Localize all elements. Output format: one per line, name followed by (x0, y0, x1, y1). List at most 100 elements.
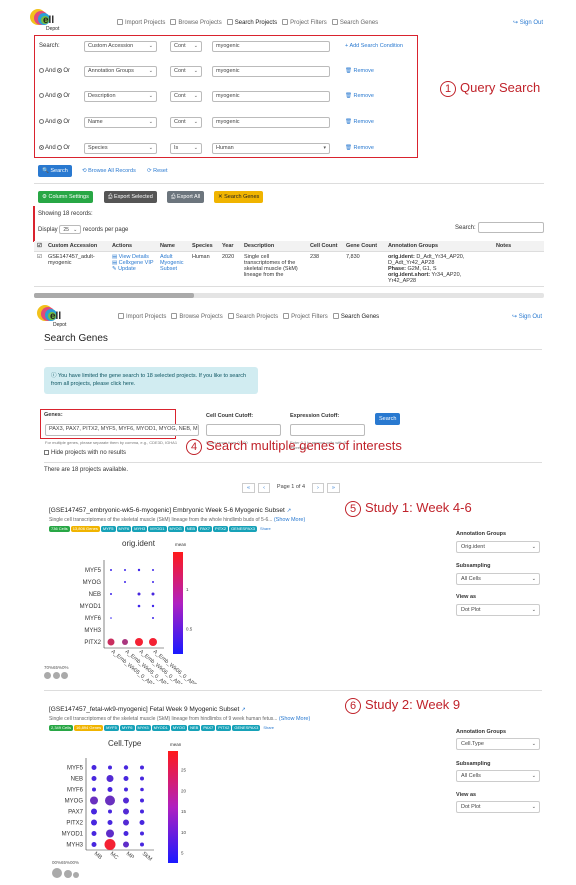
op-select-2[interactable]: Cont ⌄ (170, 65, 202, 77)
nav-project-filters[interactable]: Project Filters (282, 19, 327, 26)
hide-no-results[interactable]: Hide projects with no results (44, 450, 126, 456)
col-actions[interactable]: Actions (108, 241, 157, 252)
results-table: ☑ Custom Accession Actions Name Species … (34, 241, 544, 297)
field-select-3[interactable]: Description ⌄ (84, 90, 157, 102)
next-page-button[interactable]: › (312, 483, 324, 493)
dot-mark (152, 617, 154, 619)
show-more-link[interactable]: (Show More) (274, 517, 305, 523)
nav-import-projects[interactable]: Import Projects (118, 313, 166, 320)
dot-mark (140, 798, 144, 803)
export-all-button[interactable]: ⎙ Export All (167, 191, 205, 203)
or-radio[interactable] (57, 67, 63, 73)
cell-name[interactable]: Adult Myogenic Subset (156, 251, 189, 287)
or-radio[interactable] (57, 118, 63, 124)
op-select-4[interactable]: Cont ⌄ (170, 116, 202, 128)
dot-mark (110, 569, 112, 571)
op-select-3[interactable]: Cont ⌄ (170, 90, 202, 102)
study1-annotation-select[interactable]: Orig.ident ⌄ (456, 541, 540, 553)
study2-view-select[interactable]: Dot Plot ⌄ (456, 801, 540, 813)
species-select[interactable]: Human ▾ (212, 142, 330, 154)
browse-all-records-link[interactable]: ⟲ Browse All Records (82, 168, 136, 174)
nav-search-projects[interactable]: Search Projects (227, 313, 278, 320)
external-link-icon[interactable]: ↗ (241, 707, 246, 713)
cell-depot-logo[interactable]: ell Depot (37, 303, 71, 328)
column-settings-button[interactable]: ⚙ Column Settings (38, 191, 93, 203)
study2-annotation-select[interactable]: Cell.Type ⌄ (456, 738, 540, 750)
col-name[interactable]: Name (156, 241, 189, 252)
per-page-select[interactable]: 25 ⌄ (59, 225, 82, 234)
gene-search-button[interactable]: Search (375, 413, 401, 425)
nav-browse-projects[interactable]: Browse Projects (171, 313, 223, 320)
add-search-condition-link[interactable]: + Add Search Condition (345, 43, 403, 49)
col-species[interactable]: Species (188, 241, 219, 252)
col-custom-accession[interactable]: Custom Accession (44, 241, 109, 252)
reset-link[interactable]: ⟳ Reset (147, 168, 168, 174)
sign-out-link[interactable]: ↪ Sign Out (513, 19, 543, 26)
field-select-5[interactable]: Species ⌄ (84, 142, 157, 154)
and-radio[interactable] (39, 144, 44, 150)
col-annotation-groups[interactable]: Annotation Groups (384, 241, 493, 252)
cell-depot-logo[interactable]: ell Depot (30, 7, 64, 32)
value-input-2[interactable]: myogenic (212, 65, 330, 77)
select-all-checkbox[interactable]: ☑ (34, 241, 45, 252)
share-link[interactable]: Share (261, 725, 276, 731)
table-search-input[interactable] (478, 222, 544, 233)
col-cell-count[interactable]: Cell Count (306, 241, 343, 252)
value-input-1[interactable]: myogenic (212, 40, 330, 52)
nav-import-projects[interactable]: Import Projects (117, 19, 165, 26)
study1-title[interactable]: [GSE147457_embryonic-wk5-6-myogenic] Emb… (49, 507, 291, 514)
update-link[interactable]: ✎ Update (112, 266, 154, 272)
search-label: Search: (39, 43, 60, 49)
row-checkbox[interactable]: ☑ (34, 251, 45, 287)
value-input-3[interactable]: myogenic (212, 90, 330, 102)
value-input-4[interactable]: myogenic (212, 116, 330, 128)
search-genes-button[interactable]: ✕ Search Genes (214, 191, 264, 203)
nav-search-genes[interactable]: Search Genes (331, 19, 378, 26)
show-more-link[interactable]: (Show More) (279, 716, 310, 722)
or-radio[interactable] (57, 92, 63, 98)
genes-input[interactable]: PAX3, PAX7, PITX2, MYF5, MYF6, MYOD1, MY… (45, 424, 199, 436)
and-radio[interactable] (39, 118, 44, 124)
external-link-icon[interactable]: ↗ (287, 508, 292, 514)
nav-browse-projects[interactable]: Browse Projects (170, 19, 222, 26)
dot-mark (137, 568, 141, 572)
search-button[interactable]: 🔍 Search (38, 165, 72, 177)
expression-cutoff-input[interactable] (290, 424, 365, 436)
prev-page-button[interactable]: ‹ (258, 483, 270, 493)
field-select-1[interactable]: Custom Accession ⌄ (84, 40, 157, 52)
remove-condition-4[interactable]: 🗑 Remove (345, 119, 374, 125)
and-radio[interactable] (39, 92, 44, 98)
nav-search-projects[interactable]: Search Projects (226, 19, 277, 26)
op-select-5[interactable]: Is ⌄ (170, 142, 202, 154)
nav-search-genes[interactable]: Search Genes (332, 313, 379, 320)
remove-condition-2[interactable]: 🗑 Remove (345, 68, 374, 74)
nav-project-filters[interactable]: Project Filters (283, 313, 328, 320)
hide-checkbox[interactable] (44, 450, 49, 455)
export-selected-button[interactable]: ⎙ Export Selected (104, 191, 157, 203)
study1-subsampling-select[interactable]: All Cells ⌄ (456, 573, 540, 585)
col-year[interactable]: Year (218, 241, 241, 252)
col-gene-count[interactable]: Gene Count (342, 241, 385, 252)
col-notes[interactable]: Notes (492, 241, 544, 252)
dot-mark (123, 776, 129, 781)
study1-view-select[interactable]: Dot Plot ⌄ (456, 604, 540, 616)
col-description[interactable]: Description (240, 241, 307, 252)
field-select-4[interactable]: Name ⌄ (84, 116, 157, 128)
pagination: « ‹ Page 1 of 4 › » (242, 483, 340, 493)
sign-out-link[interactable]: ↪ Sign Out (512, 313, 542, 320)
remove-condition-5[interactable]: 🗑 Remove (345, 145, 374, 151)
gene-label: MYOD1 (80, 604, 102, 610)
horizontal-scrollbar[interactable] (34, 293, 544, 298)
op-select-1[interactable]: Cont ⌄ (170, 40, 202, 52)
first-page-button[interactable]: « (242, 483, 256, 493)
field-select-2[interactable]: Annotation Groups ⌄ (84, 65, 157, 77)
or-radio[interactable] (57, 144, 63, 150)
cell-count-cutoff-input[interactable] (206, 424, 281, 436)
study2-subsampling-select[interactable]: All Cells ⌄ (456, 770, 540, 782)
dot-mark (124, 581, 126, 583)
and-radio[interactable] (39, 67, 44, 73)
last-page-button[interactable]: » (326, 483, 340, 493)
study2-title[interactable]: [GSE147457_fetal-wk9-myogenic] Fetal Wee… (49, 706, 246, 713)
remove-condition-3[interactable]: 🗑 Remove (345, 93, 374, 99)
share-link[interactable]: Share (258, 526, 273, 532)
